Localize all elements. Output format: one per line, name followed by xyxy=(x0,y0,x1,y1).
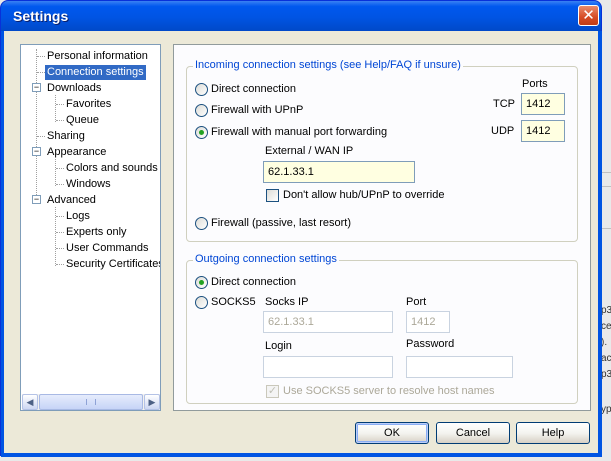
firewall-upnp-label[interactable]: Firewall with UPnP xyxy=(211,103,303,117)
background-text: p3 xyxy=(601,305,611,316)
window-frame xyxy=(1,453,602,457)
login-label: Login xyxy=(265,340,292,352)
tree-line xyxy=(56,264,64,265)
dialog-body: − − − Personal information Connection se… xyxy=(4,31,598,453)
resolve-checkbox[interactable]: ✓ xyxy=(266,385,279,398)
background-text: p3 xyxy=(601,369,611,380)
tree-item-colors-and-sounds[interactable]: Colors and sounds xyxy=(64,161,160,176)
background-text: ac xyxy=(601,353,611,364)
tree-line xyxy=(56,168,64,169)
tree-line xyxy=(37,72,45,73)
background-text: yp xyxy=(601,404,611,415)
radio-incoming-direct[interactable] xyxy=(195,83,208,96)
tree-line xyxy=(37,136,45,137)
settings-tree[interactable]: − − − Personal information Connection se… xyxy=(20,44,161,411)
tree-item-sharing[interactable]: Sharing xyxy=(45,129,87,144)
tree-item-advanced[interactable]: Advanced xyxy=(45,193,98,208)
tree-line xyxy=(56,248,64,249)
scrollbar-thumb[interactable] xyxy=(39,394,143,410)
tree-item-experts-only[interactable]: Experts only xyxy=(64,225,129,240)
password-input[interactable] xyxy=(406,356,513,378)
incoming-direct-label[interactable]: Direct connection xyxy=(211,82,296,96)
wan-ip-label: External / WAN IP xyxy=(265,145,354,157)
password-label: Password xyxy=(406,338,455,350)
tcp-port-input[interactable]: 1412 xyxy=(521,93,565,115)
radio-firewall-passive[interactable] xyxy=(195,217,208,230)
scroll-left-icon[interactable]: ◀ xyxy=(22,394,38,410)
tree-item-connection-settings[interactable]: Connection settings xyxy=(45,65,146,80)
tcp-label: TCP xyxy=(493,98,515,110)
cancel-button[interactable]: Cancel xyxy=(436,422,510,444)
login-input[interactable] xyxy=(263,356,393,378)
ports-label: Ports xyxy=(522,78,548,90)
outgoing-group-legend: Outgoing connection settings xyxy=(193,253,339,265)
tree-line xyxy=(56,216,64,217)
close-button[interactable]: ✕ xyxy=(578,5,599,26)
background-text: ce xyxy=(601,321,611,332)
collapse-icon[interactable]: − xyxy=(32,147,41,156)
help-button[interactable]: Help xyxy=(516,422,590,444)
grip-icon xyxy=(86,399,96,405)
scroll-right-icon[interactable]: ▶ xyxy=(144,394,160,410)
socks-port-input[interactable]: 1412 xyxy=(406,311,450,333)
incoming-group-legend: Incoming connection settings (see Help/F… xyxy=(193,59,463,71)
tree-line xyxy=(55,95,56,122)
tree-line xyxy=(56,104,64,105)
tree-line xyxy=(56,184,64,185)
radio-firewall-upnp[interactable] xyxy=(195,104,208,117)
tree-item-favorites[interactable]: Favorites xyxy=(64,97,113,112)
override-label[interactable]: Don't allow hub/UPnP to override xyxy=(283,188,445,202)
port-label: Port xyxy=(406,296,427,308)
firewall-manual-label[interactable]: Firewall with manual port forwarding xyxy=(211,125,387,139)
outgoing-direct-label[interactable]: Direct connection xyxy=(211,275,296,289)
override-checkbox[interactable] xyxy=(266,189,279,202)
connection-settings-page: Incoming connection settings (see Help/F… xyxy=(173,44,591,411)
collapse-icon[interactable]: − xyxy=(32,195,41,204)
tree-item-logs[interactable]: Logs xyxy=(64,209,92,224)
wan-ip-input[interactable]: 62.1.33.1 xyxy=(263,161,415,183)
radio-firewall-manual[interactable] xyxy=(195,126,208,139)
socks5-label[interactable]: SOCKS5 xyxy=(211,295,256,309)
tree-line xyxy=(56,232,64,233)
tree-horizontal-scrollbar[interactable]: ◀ ▶ xyxy=(22,394,160,410)
tree-item-security-certificates[interactable]: Security Certificates xyxy=(64,257,160,272)
tree-item-personal-information[interactable]: Personal information xyxy=(45,49,150,64)
udp-port-input[interactable]: 1412 xyxy=(521,120,565,142)
socks-ip-input[interactable]: 62.1.33.1 xyxy=(263,311,393,333)
close-icon: ✕ xyxy=(582,7,595,24)
socks-ip-label: Socks IP xyxy=(265,296,309,308)
tree-item-user-commands[interactable]: User Commands xyxy=(64,241,151,256)
title-bar[interactable]: Settings ✕ xyxy=(1,1,601,31)
ok-button[interactable]: OK xyxy=(355,422,429,444)
udp-label: UDP xyxy=(491,125,515,137)
background-text: ). xyxy=(601,337,608,348)
radio-outgoing-direct[interactable] xyxy=(195,276,208,289)
tree-line xyxy=(56,120,64,121)
radio-socks5[interactable] xyxy=(195,296,208,309)
collapse-icon[interactable]: − xyxy=(32,83,41,92)
tree-item-appearance[interactable]: Appearance xyxy=(45,145,108,160)
tree-item-windows[interactable]: Windows xyxy=(64,177,113,192)
tree-item-downloads[interactable]: Downloads xyxy=(45,81,103,96)
tree-line xyxy=(37,56,45,57)
tree-line xyxy=(55,159,56,186)
resolve-label[interactable]: Use SOCKS5 server to resolve host names xyxy=(283,384,495,398)
tree-item-queue[interactable]: Queue xyxy=(64,113,101,128)
window-title: Settings xyxy=(13,8,69,24)
window-frame xyxy=(598,31,602,457)
settings-dialog: Settings ✕ − − − Personal information Co… xyxy=(0,0,602,457)
firewall-passive-label[interactable]: Firewall (passive, last resort) xyxy=(211,216,351,230)
